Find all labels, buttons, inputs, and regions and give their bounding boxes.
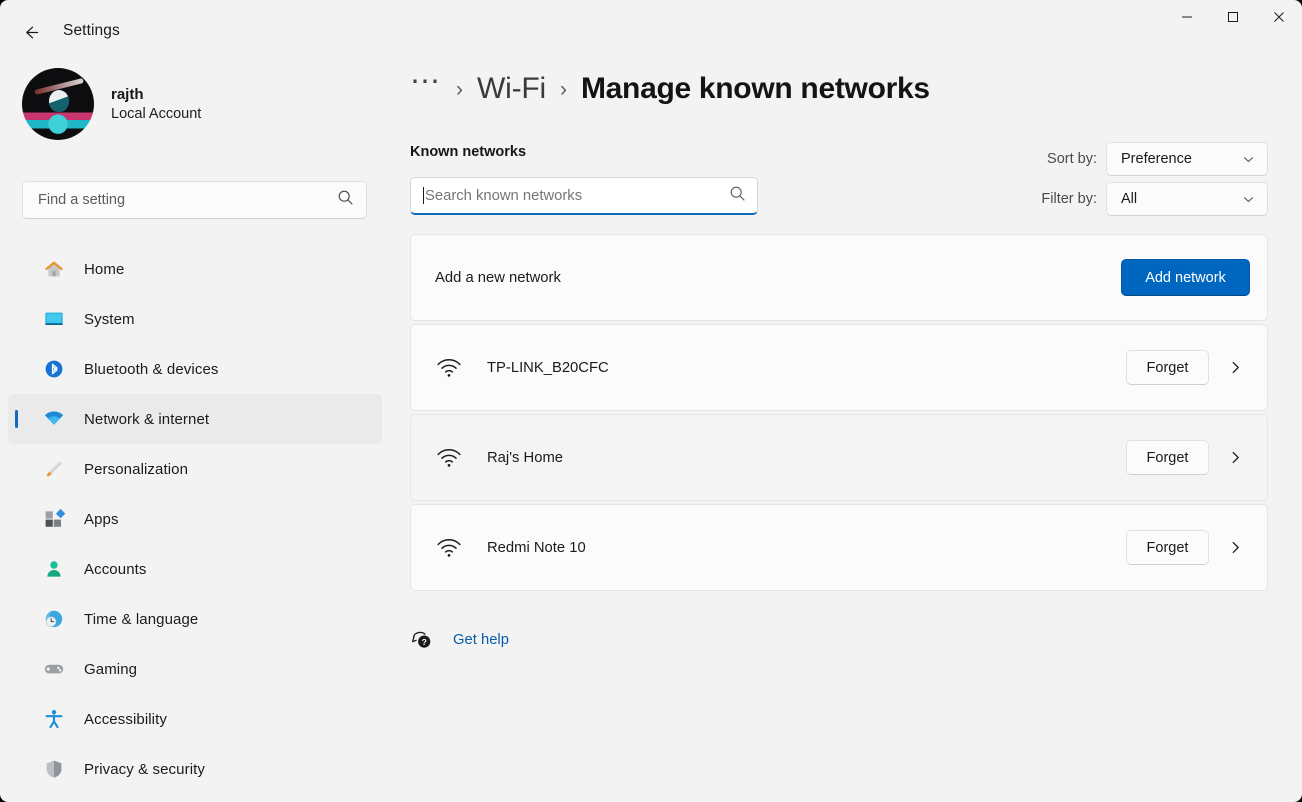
filter-by-label: Filter by:	[1041, 191, 1097, 207]
sidebar-item-label: Gaming	[84, 661, 137, 678]
sidebar-item-apps[interactable]: Apps	[8, 494, 382, 544]
account-name: rajth	[111, 85, 201, 104]
wifi-icon	[435, 444, 463, 472]
sidebar-item-label: Home	[84, 261, 124, 278]
apps-icon	[41, 507, 67, 531]
shield-icon	[41, 757, 67, 781]
forget-button[interactable]: Forget	[1126, 350, 1209, 385]
account-subtitle: Local Account	[111, 104, 201, 124]
sidebar-item-system[interactable]: System	[8, 294, 382, 344]
forget-button[interactable]: Forget	[1126, 440, 1209, 475]
sidebar-item-label: Network & internet	[84, 411, 209, 428]
sidebar-item-label: Accounts	[84, 561, 147, 578]
sort-by-label: Sort by:	[1047, 151, 1097, 167]
networks-card-list: Add a new network Add network TP-LINK_B2…	[410, 234, 1268, 594]
sort-by-select[interactable]: Preference	[1106, 142, 1268, 176]
home-icon	[41, 257, 67, 281]
wifi-icon	[435, 354, 463, 382]
breadcrumb-link-wifi[interactable]: Wi-Fi	[477, 72, 546, 106]
network-row[interactable]: TP-LINK_B20CFC Forget	[410, 324, 1268, 411]
close-button[interactable]	[1256, 0, 1302, 33]
main-content: ⋯ › Wi-Fi › Manage known networks Known …	[390, 56, 1302, 802]
title-bar: Settings	[0, 0, 1302, 64]
sidebar-item-label: Time & language	[84, 611, 198, 628]
forget-button[interactable]: Forget	[1126, 530, 1209, 565]
breadcrumb-separator-1: ›	[456, 79, 463, 100]
sidebar-item-privacy-security[interactable]: Privacy & security	[8, 744, 382, 794]
sidebar: rajth Local Account	[0, 56, 390, 802]
maximize-button[interactable]	[1210, 0, 1256, 33]
sidebar-item-accessibility[interactable]: Accessibility	[8, 694, 382, 744]
chevron-right-icon[interactable]	[1220, 533, 1250, 563]
filter-by-row: Filter by: All	[1041, 182, 1268, 216]
chevron-down-icon	[1242, 153, 1255, 166]
network-name: TP-LINK_B20CFC	[487, 360, 1126, 376]
section-title: Known networks	[410, 144, 526, 160]
search-known-networks-input[interactable]	[424, 188, 729, 204]
sidebar-item-bluetooth[interactable]: Bluetooth & devices	[8, 344, 382, 394]
chevron-right-icon[interactable]	[1220, 443, 1250, 473]
sidebar-item-network-internet[interactable]: Network & internet	[8, 394, 382, 444]
minimize-icon	[1181, 11, 1193, 23]
filter-by-value: All	[1121, 191, 1137, 207]
sort-by-row: Sort by: Preference	[1041, 142, 1268, 176]
sidebar-item-home[interactable]: Home	[8, 244, 382, 294]
network-name: Redmi Note 10	[487, 540, 1126, 556]
clock-globe-icon	[41, 607, 67, 631]
breadcrumb: ⋯ › Wi-Fi › Manage known networks	[410, 72, 930, 106]
sidebar-item-gaming[interactable]: Gaming	[8, 644, 382, 694]
arrow-left-icon	[21, 22, 42, 43]
back-button[interactable]	[12, 14, 50, 50]
accessibility-icon	[41, 707, 67, 731]
get-help-link[interactable]: ? Get help	[410, 628, 509, 652]
wifi-icon	[41, 407, 67, 431]
sidebar-item-label: Bluetooth & devices	[84, 361, 218, 378]
breadcrumb-overflow-button[interactable]: ⋯	[410, 72, 442, 106]
minimize-button[interactable]	[1164, 0, 1210, 33]
add-network-text: Add a new network	[435, 270, 1121, 286]
sidebar-item-label: Accessibility	[84, 711, 167, 728]
page-title: Manage known networks	[581, 72, 930, 106]
sidebar-item-label: Privacy & security	[84, 761, 205, 778]
close-icon	[1273, 11, 1285, 23]
chevron-right-icon[interactable]	[1220, 353, 1250, 383]
settings-window: Settings	[0, 0, 1302, 802]
sort-by-value: Preference	[1121, 151, 1192, 167]
add-network-card: Add a new network Add network	[410, 234, 1268, 321]
find-setting-input[interactable]	[38, 192, 337, 208]
chevron-down-icon	[1242, 193, 1255, 206]
sidebar-item-personalization[interactable]: Personalization	[8, 444, 382, 494]
wifi-icon	[435, 534, 463, 562]
search-icon	[729, 185, 746, 207]
sidebar-item-accounts[interactable]: Accounts	[8, 544, 382, 594]
sort-filter-controls: Sort by: Preference Filter by: All	[1041, 142, 1268, 216]
sidebar-item-label: System	[84, 311, 135, 328]
sidebar-item-label: Apps	[84, 511, 119, 528]
sidebar-item-label: Personalization	[84, 461, 188, 478]
get-help-label: Get help	[453, 632, 509, 648]
paintbrush-icon	[41, 457, 67, 481]
network-row[interactable]: Redmi Note 10 Forget	[410, 504, 1268, 591]
search-known-networks-field[interactable]	[410, 177, 758, 215]
sidebar-item-time-language[interactable]: Time & language	[8, 594, 382, 644]
network-name: Raj's Home	[487, 450, 1126, 466]
maximize-icon	[1227, 11, 1239, 23]
app-title: Settings	[63, 22, 120, 40]
svg-text:?: ?	[422, 637, 427, 647]
person-icon	[41, 557, 67, 581]
find-setting-field[interactable]	[22, 181, 367, 219]
gamepad-icon	[41, 657, 67, 681]
add-network-button[interactable]: Add network	[1121, 259, 1250, 296]
network-row[interactable]: Raj's Home Forget	[410, 414, 1268, 501]
avatar	[22, 68, 94, 140]
search-icon	[337, 189, 354, 211]
window-controls	[1164, 0, 1302, 33]
system-icon	[41, 307, 67, 331]
help-question-icon: ?	[410, 628, 434, 652]
account-block[interactable]: rajth Local Account	[22, 68, 201, 140]
sidebar-nav: Home System	[8, 244, 382, 794]
bluetooth-icon	[41, 357, 67, 381]
breadcrumb-separator-2: ›	[560, 79, 567, 100]
filter-by-select[interactable]: All	[1106, 182, 1268, 216]
